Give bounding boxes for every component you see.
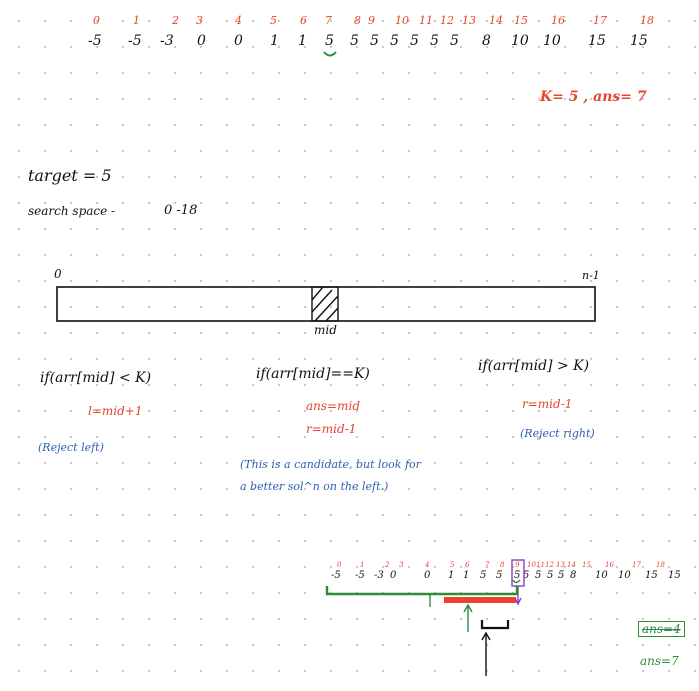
first-search-range	[325, 586, 519, 596]
ans-new-label: ans=7	[640, 654, 679, 668]
third-search-range	[480, 620, 510, 630]
bottom-walkthrough-marks	[325, 559, 525, 676]
second-search-range	[444, 597, 516, 603]
ans-old-box: ans=4	[638, 621, 685, 637]
